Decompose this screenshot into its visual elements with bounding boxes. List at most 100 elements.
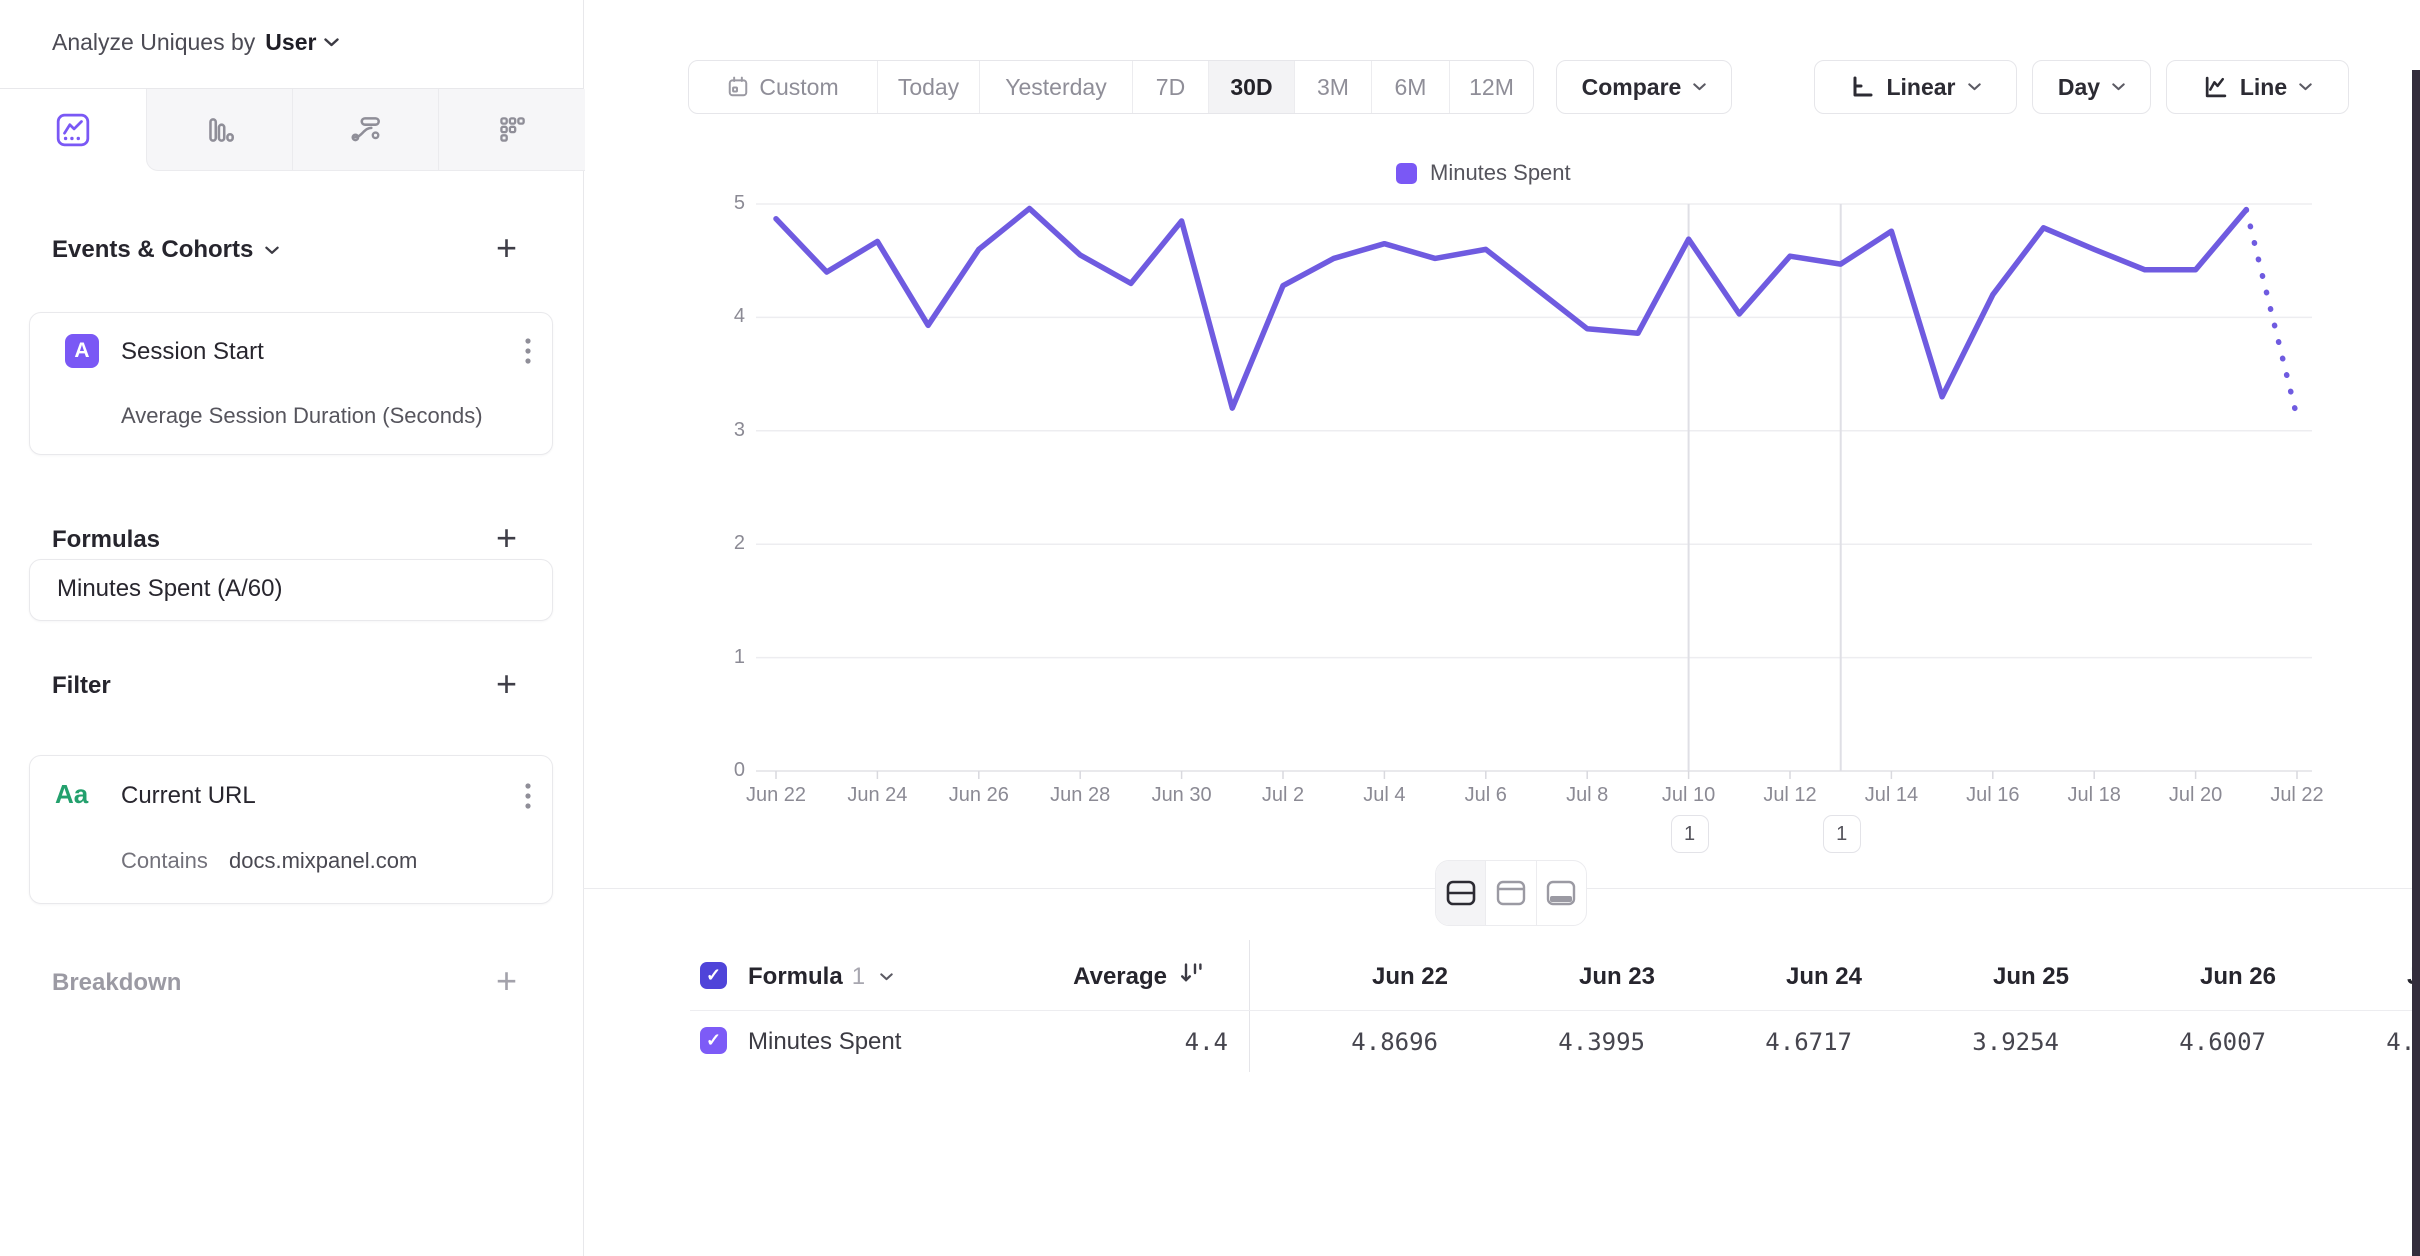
- layout-chart-view-button[interactable]: [1485, 861, 1535, 925]
- sort-descending-icon[interactable]: [1180, 960, 1204, 986]
- window-scrollbar[interactable]: [2412, 70, 2420, 1256]
- analyze-by-label: Analyze Uniques by: [52, 29, 255, 56]
- date-range-7d[interactable]: 7D: [1132, 61, 1208, 113]
- date-range-6m[interactable]: 6M: [1371, 61, 1449, 113]
- series-line-incomplete: [2246, 210, 2297, 418]
- chevron-down-icon: [2299, 83, 2312, 91]
- compare-label: Compare: [1582, 74, 1682, 101]
- formula-card[interactable]: Minutes Spent (A/60): [29, 559, 553, 621]
- y-axis-label: 0: [700, 759, 745, 782]
- report-tab-bar: [0, 89, 583, 170]
- metrics-tab-icon: [494, 112, 530, 148]
- average-column-header[interactable]: Average: [997, 963, 1167, 991]
- tab-insights-selected[interactable]: [0, 89, 146, 170]
- date-range-custom[interactable]: Custom: [689, 61, 877, 113]
- analyze-by-value: User: [265, 29, 316, 56]
- kebab-menu-icon[interactable]: [524, 782, 532, 812]
- chevron-down-icon[interactable]: [265, 246, 279, 255]
- filter-card[interactable]: Aa Current URL Contains docs.mixpanel.co…: [29, 755, 553, 904]
- formula-group-header[interactable]: Formula 1: [748, 963, 893, 991]
- date-range-12m[interactable]: 12M: [1449, 61, 1533, 113]
- filter-section-title: Filter: [52, 672, 111, 700]
- granularity-button[interactable]: Day: [2032, 60, 2151, 114]
- series-line[interactable]: [776, 209, 2246, 409]
- calendar-icon: [727, 76, 749, 98]
- add-filter-button[interactable]: +: [496, 666, 517, 702]
- analyze-by-dropdown[interactable]: User: [265, 29, 339, 56]
- event-card[interactable]: A Session Start Average Session Duration…: [29, 312, 553, 455]
- filter-operator[interactable]: Contains: [121, 848, 208, 874]
- date-column-header[interactable]: Jun 25: [1899, 963, 2069, 991]
- tab-flows[interactable]: [292, 89, 439, 171]
- date-column-header[interactable]: Jun 27: [2313, 963, 2420, 991]
- formulas-section-title: Formulas: [52, 526, 160, 554]
- y-axis-label: 2: [700, 532, 745, 555]
- date-range-3m[interactable]: 3M: [1294, 61, 1371, 113]
- filter-value[interactable]: docs.mixpanel.com: [229, 848, 417, 874]
- layout-split-view-button[interactable]: [1436, 861, 1485, 925]
- x-axis-label: Jul 16: [1948, 784, 2038, 807]
- series-name-cell[interactable]: Minutes Spent: [748, 1028, 901, 1056]
- x-axis-label: Jul 6: [1441, 784, 1531, 807]
- formula-name[interactable]: Minutes Spent (A/60): [57, 575, 282, 603]
- filter-property-name[interactable]: Current URL: [121, 782, 256, 810]
- events-section-title: Events & Cohorts: [52, 236, 253, 264]
- date-range-label: 30D: [1230, 74, 1272, 101]
- x-axis-label: Jul 4: [1339, 784, 1429, 807]
- date-column-header[interactable]: Jun 26: [2106, 963, 2276, 991]
- date-range-label: Custom: [759, 74, 838, 101]
- tab-retention[interactable]: [438, 89, 585, 171]
- chevron-down-icon: [2112, 83, 2125, 91]
- tab-funnels[interactable]: [146, 89, 293, 171]
- chart-type-button[interactable]: Line: [2166, 60, 2349, 114]
- x-axis-label: Jul 8: [1542, 784, 1632, 807]
- x-axis-label: Jun 22: [731, 784, 821, 807]
- date-column-header[interactable]: Jun 23: [1485, 963, 1655, 991]
- events-section-header: Events & Cohorts: [52, 236, 279, 264]
- bar-tab-icon: [202, 112, 238, 148]
- date-range-30d[interactable]: 30D: [1208, 61, 1294, 113]
- select-all-checkbox[interactable]: ✓: [700, 962, 727, 989]
- value-cell: 3.9254: [1889, 1028, 2059, 1056]
- formula-group-number: 1: [852, 963, 865, 991]
- compare-button[interactable]: Compare: [1556, 60, 1732, 114]
- kebab-menu-icon[interactable]: [524, 337, 532, 367]
- date-range-today[interactable]: Today: [877, 61, 979, 113]
- line-chart-icon: [2203, 75, 2228, 100]
- formula-group-label: Formula: [748, 963, 843, 991]
- chart-view-icon: [1496, 880, 1526, 906]
- date-column-header[interactable]: Jun 22: [1278, 963, 1448, 991]
- event-name[interactable]: Session Start: [121, 338, 264, 366]
- scale-label: Linear: [1886, 74, 1955, 101]
- date-range-yesterday[interactable]: Yesterday: [979, 61, 1132, 113]
- x-axis-label: Jul 18: [2049, 784, 2139, 807]
- table-view-icon: [1546, 880, 1576, 906]
- value-cell: 4.8696: [1268, 1028, 1438, 1056]
- date-range-label: 7D: [1156, 74, 1185, 101]
- date-range-control: Custom TodayYesterday 7D 30D 3M 6M 12M: [688, 60, 1534, 114]
- series-checkbox[interactable]: ✓: [700, 1027, 727, 1054]
- string-property-icon: Aa: [55, 779, 88, 810]
- layout-table-view-button[interactable]: [1536, 861, 1586, 925]
- scale-selector-button[interactable]: Linear: [1814, 60, 2017, 114]
- chevron-down-icon: [324, 38, 339, 47]
- annotation-badge[interactable]: 1: [1823, 815, 1861, 853]
- chevron-down-icon: [880, 973, 893, 981]
- analyze-uniques-row: Analyze Uniques by User: [52, 20, 339, 64]
- annotation-badge[interactable]: 1: [1671, 815, 1709, 853]
- date-range-label: 6M: [1395, 74, 1427, 101]
- add-breakdown-button[interactable]: +: [496, 963, 517, 999]
- date-column-header[interactable]: Jun 24: [1692, 963, 1862, 991]
- add-event-button[interactable]: +: [496, 230, 517, 266]
- value-cell: 4.9640: [2303, 1028, 2420, 1056]
- add-formula-button[interactable]: +: [496, 520, 517, 556]
- date-range-label: 12M: [1469, 74, 1514, 101]
- x-axis-label: Jun 28: [1035, 784, 1125, 807]
- x-axis-label: Jul 2: [1238, 784, 1328, 807]
- x-axis-label: Jul 10: [1644, 784, 1734, 807]
- x-axis-label: Jul 12: [1745, 784, 1835, 807]
- table-header-divider: [690, 1010, 2420, 1011]
- y-axis-label: 5: [700, 192, 745, 215]
- event-measurement[interactable]: Average Session Duration (Seconds): [121, 403, 483, 429]
- line-chart[interactable]: [583, 130, 2420, 870]
